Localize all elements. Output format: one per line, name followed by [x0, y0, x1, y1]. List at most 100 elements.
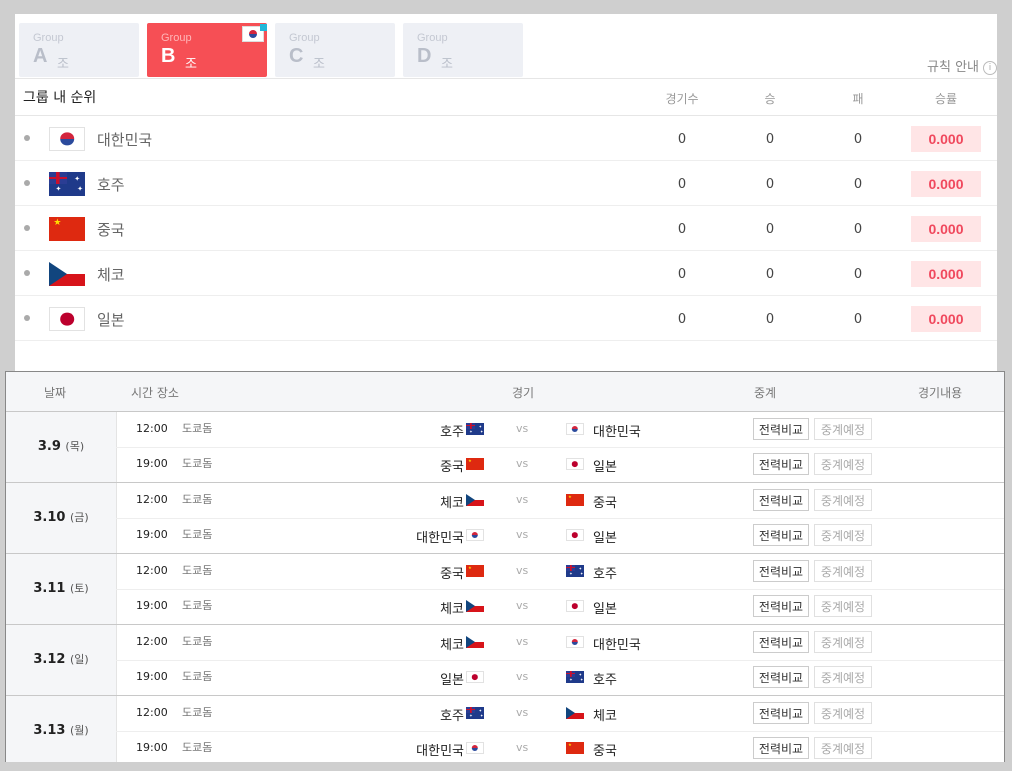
- bullet-icon: [24, 225, 30, 231]
- away-team[interactable]: 체코: [593, 705, 617, 724]
- date-value: 3.12: [33, 652, 66, 667]
- team-name[interactable]: 중국: [97, 219, 125, 240]
- broadcast-scheduled-button[interactable]: 중계예정: [814, 453, 872, 475]
- broadcast-scheduled-button[interactable]: 중계예정: [814, 737, 872, 759]
- stat-loss: 0: [853, 267, 863, 282]
- away-team[interactable]: 일본: [593, 598, 617, 617]
- away-team[interactable]: 일본: [593, 527, 617, 546]
- vs-label: vs: [516, 457, 529, 470]
- team-name[interactable]: 대한민국: [97, 129, 152, 150]
- home-team[interactable]: 체코: [440, 634, 464, 653]
- stat-loss: 0: [853, 132, 863, 147]
- home-team[interactable]: 중국: [440, 563, 464, 582]
- broadcast-scheduled-button[interactable]: 중계예정: [814, 595, 872, 617]
- broadcast-scheduled-button[interactable]: 중계예정: [814, 418, 872, 440]
- away-team[interactable]: 호주: [593, 563, 617, 582]
- compare-button[interactable]: 전력비교: [753, 702, 809, 724]
- home-team[interactable]: 체코: [440, 492, 464, 511]
- aus-flag-icon: ✦ ✦ ✦: [466, 707, 484, 719]
- game-time: 19:00: [136, 741, 168, 754]
- team-name[interactable]: 체코: [97, 264, 125, 285]
- aus-flag-icon: ✦ ✦ ✦: [466, 423, 484, 435]
- away-team[interactable]: 중국: [593, 492, 617, 511]
- tab-group-a[interactable]: Group A 조: [19, 23, 139, 77]
- compare-button[interactable]: 전력비교: [753, 418, 809, 440]
- stat-loss: 0: [853, 177, 863, 192]
- rule-guide-label: 규칙 안내: [927, 60, 979, 75]
- away-team[interactable]: 중국: [593, 740, 617, 759]
- day-of-week: (금): [69, 511, 89, 524]
- kor-flag-icon: [242, 24, 267, 42]
- kor-flag-icon: [566, 636, 584, 648]
- game-row: 12:00 도쿄돔 호주 vs 체코 전력비교 중계예정 ✦ ✦ ✦: [116, 696, 1004, 732]
- home-team[interactable]: 호주: [440, 421, 464, 440]
- tab-group-letter: A: [33, 45, 48, 67]
- away-team[interactable]: 대한민국: [593, 421, 641, 440]
- col-win-pct: 승률: [934, 92, 958, 106]
- broadcast-scheduled-button[interactable]: 중계예정: [814, 702, 872, 724]
- broadcast-scheduled-button[interactable]: 중계예정: [814, 560, 872, 582]
- compare-button[interactable]: 전력비교: [753, 524, 809, 546]
- away-team[interactable]: 대한민국: [593, 634, 641, 653]
- stat-games: 0: [677, 177, 687, 192]
- day-of-week: (목): [65, 440, 85, 453]
- game-row: 19:00 도쿄돔 대한민국 vs 일본 전력비교 중계예정: [116, 518, 1004, 553]
- compare-button[interactable]: 전력비교: [753, 560, 809, 582]
- team-name[interactable]: 일본: [97, 309, 125, 330]
- tab-group-jo: 조: [441, 57, 453, 72]
- compare-button[interactable]: 전력비교: [753, 489, 809, 511]
- stat-games: 0: [677, 267, 687, 282]
- col-date: 날짜: [44, 386, 67, 400]
- game-place: 도쿄돔: [182, 457, 213, 470]
- cze-flag-icon: [566, 707, 584, 719]
- col-wins: 승: [764, 92, 776, 106]
- game-place: 도쿄돔: [182, 635, 213, 648]
- date-cell: 3.10 (금): [6, 483, 117, 553]
- compare-button[interactable]: 전력비교: [753, 453, 809, 475]
- rule-guide-link[interactable]: 규칙 안내 i: [927, 56, 997, 75]
- cze-flag-icon: [466, 600, 484, 612]
- home-team[interactable]: 대한민국: [416, 527, 464, 546]
- jpn-flag-icon: [49, 307, 85, 331]
- broadcast-scheduled-button[interactable]: 중계예정: [814, 489, 872, 511]
- tab-group-jo: 조: [57, 57, 69, 72]
- home-team[interactable]: 일본: [440, 669, 464, 688]
- vs-label: vs: [516, 670, 529, 683]
- home-team[interactable]: 호주: [440, 705, 464, 724]
- cze-flag-icon: [466, 494, 484, 506]
- home-team[interactable]: 대한민국: [416, 740, 464, 759]
- tab-group-letter: B: [161, 45, 176, 67]
- compare-button[interactable]: 전력비교: [753, 666, 809, 688]
- tab-group-d[interactable]: Group D 조: [403, 23, 523, 77]
- compare-button[interactable]: 전력비교: [753, 737, 809, 759]
- date-value: 3.11: [33, 581, 66, 596]
- stat-games: 0: [677, 132, 687, 147]
- chn-flag-icon: ★: [466, 565, 484, 577]
- home-team[interactable]: 체코: [440, 598, 464, 617]
- chn-flag-icon: ★: [566, 742, 584, 754]
- broadcast-scheduled-button[interactable]: 중계예정: [814, 524, 872, 546]
- win-pct-badge: 0.000: [911, 306, 981, 332]
- away-team[interactable]: 호주: [593, 669, 617, 688]
- compare-button[interactable]: 전력비교: [753, 631, 809, 653]
- date-cell: 3.11 (토): [6, 554, 117, 624]
- game-place: 도쿄돔: [182, 564, 213, 577]
- broadcast-scheduled-button[interactable]: 중계예정: [814, 666, 872, 688]
- compare-button[interactable]: 전력비교: [753, 595, 809, 617]
- game-row: 12:00 도쿄돔 체코 vs 중국 전력비교 중계예정 ★: [116, 483, 1004, 519]
- aus-flag-icon: ✦ ✦ ✦: [49, 172, 85, 196]
- col-detail: 경기내용: [918, 386, 963, 400]
- stat-games: 0: [677, 312, 687, 327]
- date-cell: 3.12 (일): [6, 625, 117, 695]
- away-team[interactable]: 일본: [593, 456, 617, 475]
- home-team[interactable]: 중국: [440, 456, 464, 475]
- standings-row: 체코 0 0 0 0.000: [15, 251, 997, 296]
- cze-flag-icon: [466, 636, 484, 648]
- tab-group-c[interactable]: Group C 조: [275, 23, 395, 77]
- broadcast-scheduled-button[interactable]: 중계예정: [814, 631, 872, 653]
- tab-group-b[interactable]: Group B 조: [147, 23, 267, 77]
- cze-flag-icon: [49, 262, 85, 286]
- team-name[interactable]: 호주: [97, 174, 125, 195]
- col-time-place: 시간 장소: [131, 386, 179, 400]
- vs-label: vs: [516, 493, 529, 506]
